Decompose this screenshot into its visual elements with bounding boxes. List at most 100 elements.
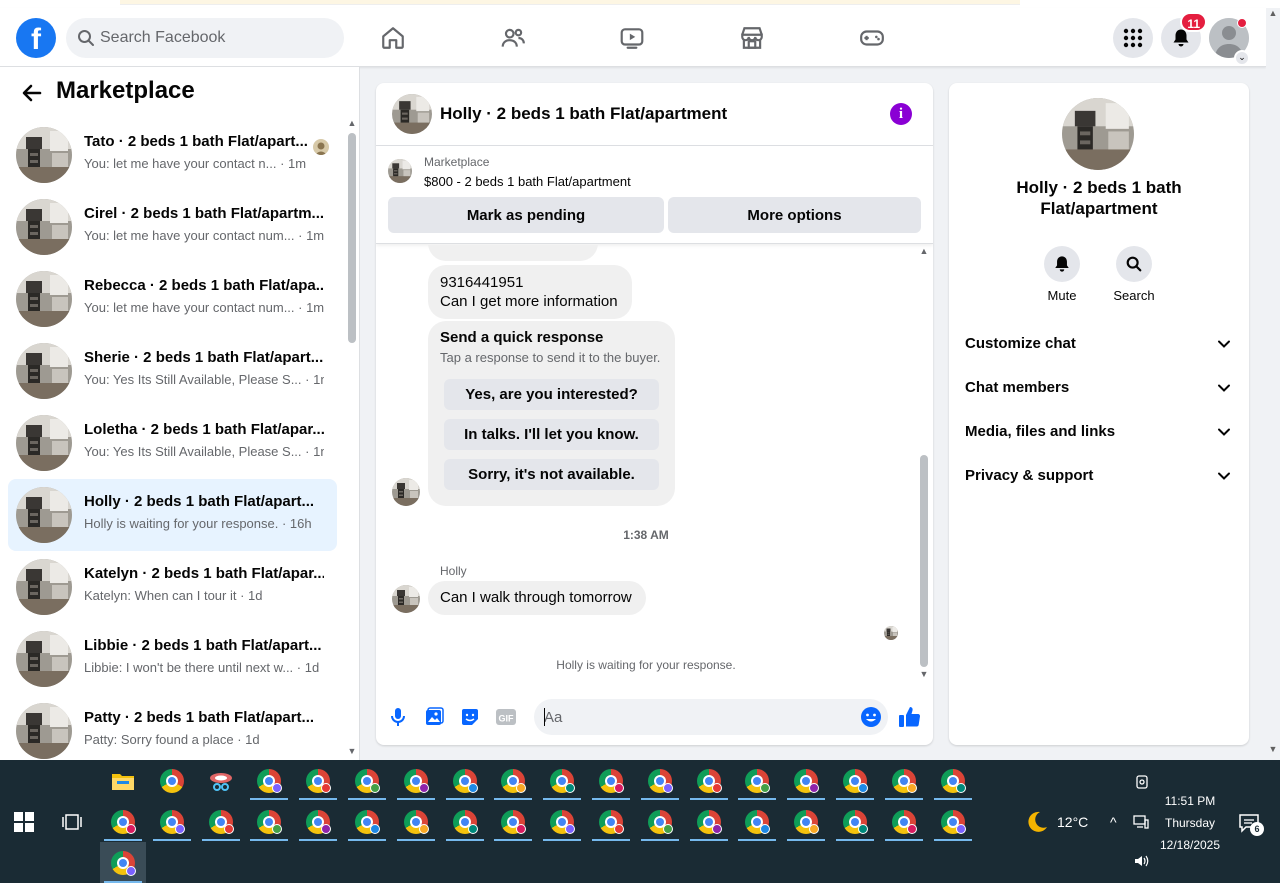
- chrome-profile-icon[interactable]: [344, 803, 390, 841]
- conversation-item[interactable]: Patty · 2 beds 1 bath Flat/apart... Patty…: [8, 695, 337, 760]
- chevron-down-icon[interactable]: ⌄: [1234, 50, 1250, 66]
- listing-title[interactable]: $800 - 2 beds 1 bath Flat/apartment: [424, 174, 631, 189]
- chrome-profile-icon[interactable]: [490, 803, 536, 841]
- meet-now-icon[interactable]: [1134, 774, 1150, 790]
- watch-icon[interactable]: [612, 16, 652, 60]
- listing-thumbnail[interactable]: [388, 159, 412, 183]
- quick-reply-yes-button[interactable]: Yes, are you interested?: [444, 379, 659, 410]
- emoji-icon[interactable]: [859, 705, 883, 729]
- volume-icon[interactable]: [1133, 853, 1149, 869]
- avatar[interactable]: [392, 94, 432, 134]
- home-icon[interactable]: [373, 16, 413, 60]
- chrome-active-window-icon[interactable]: [100, 842, 146, 883]
- friends-icon[interactable]: [493, 16, 533, 60]
- scroll-down-icon[interactable]: ▼: [916, 668, 932, 680]
- search-box[interactable]: [66, 18, 344, 58]
- menu-button[interactable]: [1113, 18, 1153, 58]
- chrome-profile-icon[interactable]: [393, 803, 439, 841]
- chrome-profile-icon[interactable]: [734, 762, 780, 800]
- chrome-profile-icon[interactable]: [295, 803, 341, 841]
- chrome-profile-icon[interactable]: [198, 803, 244, 841]
- info-icon[interactable]: i: [890, 103, 912, 125]
- search-input[interactable]: [100, 18, 330, 58]
- message-input[interactable]: [544, 699, 844, 735]
- notifications-button[interactable]: 11: [1161, 12, 1207, 58]
- chrome-profile-icon[interactable]: [637, 803, 683, 841]
- chrome-profile-icon[interactable]: [442, 762, 488, 800]
- chrome-icon[interactable]: [149, 762, 195, 800]
- chrome-profile-icon[interactable]: [490, 762, 536, 800]
- chrome-profile-icon[interactable]: [832, 762, 878, 800]
- chrome-profile-icon[interactable]: [246, 803, 292, 841]
- weather-temperature[interactable]: 12°C: [1057, 814, 1088, 830]
- scrollbar[interactable]: ▲ ▼: [344, 117, 359, 760]
- gaming-icon[interactable]: [852, 16, 892, 60]
- conversation-item[interactable]: Loletha · 2 beds 1 bath Flat/apar... You:…: [8, 407, 337, 479]
- chrome-profile-icon[interactable]: [930, 803, 976, 841]
- gif-icon[interactable]: GIF: [494, 705, 518, 729]
- customize-chat-section[interactable]: Customize chat: [957, 322, 1241, 366]
- network-icon[interactable]: [1133, 814, 1149, 830]
- chrome-profile-icon[interactable]: [588, 803, 634, 841]
- scroll-up-icon[interactable]: ▲: [344, 117, 359, 129]
- conversation-item[interactable]: Tato · 2 beds 1 bath Flat/apart... You: l…: [8, 119, 337, 191]
- task-view-icon[interactable]: [62, 812, 82, 832]
- avatar[interactable]: [392, 585, 420, 613]
- chrome-profile-icon[interactable]: [783, 803, 829, 841]
- chrome-profile-icon[interactable]: [734, 803, 780, 841]
- scroll-up-icon[interactable]: ▲: [916, 245, 932, 257]
- scroll-down-icon[interactable]: ▼: [344, 745, 359, 757]
- file-explorer-icon[interactable]: [100, 762, 146, 800]
- chrome-profile-icon[interactable]: [393, 762, 439, 800]
- chrome-profile-icon[interactable]: [246, 762, 292, 800]
- windows-start-icon[interactable]: [14, 812, 34, 832]
- chevron-up-icon[interactable]: ^: [1110, 814, 1117, 830]
- scroll-down-icon[interactable]: ▼: [1266, 744, 1280, 754]
- avatar[interactable]: [392, 478, 420, 506]
- message-input-box[interactable]: [534, 699, 888, 735]
- search-button[interactable]: Search: [1104, 246, 1164, 303]
- quick-reply-not-available-button[interactable]: Sorry, it's not available.: [444, 459, 659, 490]
- chrome-profile-icon[interactable]: [588, 762, 634, 800]
- chrome-profile-icon[interactable]: [539, 762, 585, 800]
- mute-button[interactable]: Mute: [1032, 246, 1092, 303]
- conversation-item[interactable]: Libbie · 2 beds 1 bath Flat/apart... Libb…: [8, 623, 337, 695]
- scroll-thumb[interactable]: [348, 133, 356, 343]
- chrome-profile-icon[interactable]: [149, 803, 195, 841]
- chrome-profile-icon[interactable]: [637, 762, 683, 800]
- system-clock[interactable]: 11:51 PM Thursday 12/18/2025: [1150, 790, 1230, 856]
- photo-icon[interactable]: [422, 705, 446, 729]
- sticker-icon[interactable]: [458, 705, 482, 729]
- conversation-item[interactable]: Rebecca · 2 beds 1 bath Flat/apa... You: …: [8, 263, 337, 335]
- chrome-profile-icon[interactable]: [881, 762, 927, 800]
- facebook-logo[interactable]: f: [16, 18, 56, 58]
- chrome-profile-icon[interactable]: [881, 803, 927, 841]
- chrome-profile-icon[interactable]: [344, 762, 390, 800]
- chat-members-section[interactable]: Chat members: [957, 366, 1241, 410]
- chrome-profile-icon[interactable]: [832, 803, 878, 841]
- quick-reply-in-talks-button[interactable]: In talks. I'll let you know.: [444, 419, 659, 450]
- scroll-up-icon[interactable]: ▲: [1266, 8, 1280, 18]
- avatar[interactable]: [1062, 98, 1134, 170]
- marketplace-icon[interactable]: [732, 16, 772, 60]
- chat-title[interactable]: Holly · 2 beds 1 bath Flat/apartment: [440, 104, 727, 124]
- window-scrollbar[interactable]: ▲ ▼: [1266, 8, 1280, 760]
- conversation-item[interactable]: Holly · 2 beds 1 bath Flat/apart... Holly…: [8, 479, 337, 551]
- chrome-profile-icon[interactable]: [539, 803, 585, 841]
- more-options-button[interactable]: More options: [668, 197, 921, 233]
- chrome-profile-icon[interactable]: [783, 762, 829, 800]
- moon-icon[interactable]: [1025, 810, 1049, 834]
- privacy-support-section[interactable]: Privacy & support: [957, 454, 1241, 498]
- chrome-profile-icon[interactable]: [686, 803, 732, 841]
- back-arrow-icon[interactable]: [20, 81, 44, 105]
- chrome-profile-icon[interactable]: [442, 803, 488, 841]
- scroll-thumb[interactable]: [920, 455, 928, 667]
- conversation-item[interactable]: Cirel · 2 beds 1 bath Flat/apartm... You:…: [8, 191, 337, 263]
- like-thumb-icon[interactable]: [898, 705, 922, 729]
- conversation-item[interactable]: Katelyn · 2 beds 1 bath Flat/apar... Kate…: [8, 551, 337, 623]
- media-files-section[interactable]: Media, files and links: [957, 410, 1241, 454]
- chrome-profile-icon[interactable]: [930, 762, 976, 800]
- snipping-tool-icon[interactable]: [198, 762, 244, 800]
- microphone-icon[interactable]: [386, 705, 410, 729]
- chrome-profile-icon[interactable]: [100, 803, 146, 841]
